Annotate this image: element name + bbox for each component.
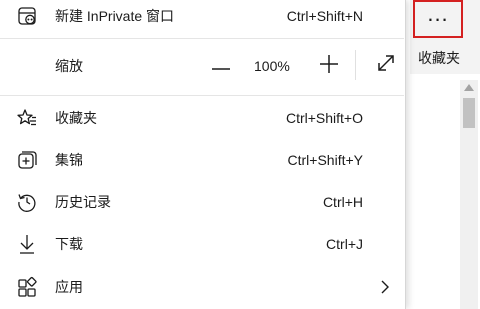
favorites-star-icon bbox=[15, 106, 39, 130]
zoom-level-value: 100% bbox=[254, 58, 290, 74]
menu-item-label: 新建 InPrivate 窗口 bbox=[55, 8, 175, 24]
zoom-label: 缩放 bbox=[55, 58, 83, 74]
menu-divider bbox=[0, 95, 404, 96]
scrollbar-thumb[interactable] bbox=[463, 98, 475, 128]
menu-item-label: 应用 bbox=[55, 279, 83, 295]
menu-item-zoom: 缩放 bbox=[0, 46, 404, 86]
fullscreen-button[interactable] bbox=[373, 52, 399, 78]
menu-item-shortcut: Ctrl+H bbox=[322, 194, 363, 210]
history-icon bbox=[15, 190, 39, 214]
menu-item-downloads[interactable]: 下载 Ctrl+J bbox=[0, 224, 404, 264]
collections-icon bbox=[15, 148, 39, 172]
plus-icon bbox=[319, 54, 339, 79]
menu-item-shortcut: Ctrl+Shift+N bbox=[286, 8, 363, 24]
menu-item-label: 收藏夹 bbox=[55, 110, 97, 126]
menu-item-shortcut: Ctrl+J bbox=[326, 236, 363, 252]
menu-item-label: 历史记录 bbox=[55, 194, 111, 210]
menu-item-collections[interactable]: 集锦 Ctrl+Shift+Y bbox=[0, 140, 404, 180]
menu-divider bbox=[0, 38, 404, 39]
apps-icon bbox=[15, 275, 39, 299]
minus-icon bbox=[211, 58, 231, 76]
settings-and-more-button[interactable]: ... bbox=[413, 0, 463, 38]
menu-item-label: 集锦 bbox=[55, 152, 83, 168]
menu-item-apps[interactable]: 应用 bbox=[0, 267, 404, 307]
menu-item-label: 下载 bbox=[55, 236, 83, 252]
fullscreen-icon bbox=[375, 52, 397, 79]
favorites-bar-label[interactable]: 收藏夹 bbox=[418, 48, 460, 68]
zoom-in-button[interactable] bbox=[316, 54, 342, 78]
menu-item-shortcut: Ctrl+Shift+Y bbox=[287, 152, 363, 168]
inprivate-window-icon bbox=[15, 4, 39, 28]
settings-menu: 新建 InPrivate 窗口 Ctrl+Shift+N 缩放 100% 收藏夹… bbox=[0, 0, 406, 309]
download-icon bbox=[15, 232, 39, 256]
scroll-up-arrow-icon[interactable] bbox=[464, 84, 474, 91]
menu-item-new-inprivate-window[interactable]: 新建 InPrivate 窗口 Ctrl+Shift+N bbox=[0, 0, 404, 36]
menu-item-shortcut: Ctrl+Shift+O bbox=[285, 110, 363, 126]
more-ellipsis-label: ... bbox=[427, 1, 449, 26]
zoom-out-button[interactable] bbox=[208, 56, 234, 78]
menu-item-favorites[interactable]: 收藏夹 Ctrl+Shift+O bbox=[0, 98, 404, 138]
chevron-right-icon bbox=[378, 280, 392, 294]
zoom-separator bbox=[355, 50, 356, 80]
menu-item-history[interactable]: 历史记录 Ctrl+H bbox=[0, 182, 404, 222]
